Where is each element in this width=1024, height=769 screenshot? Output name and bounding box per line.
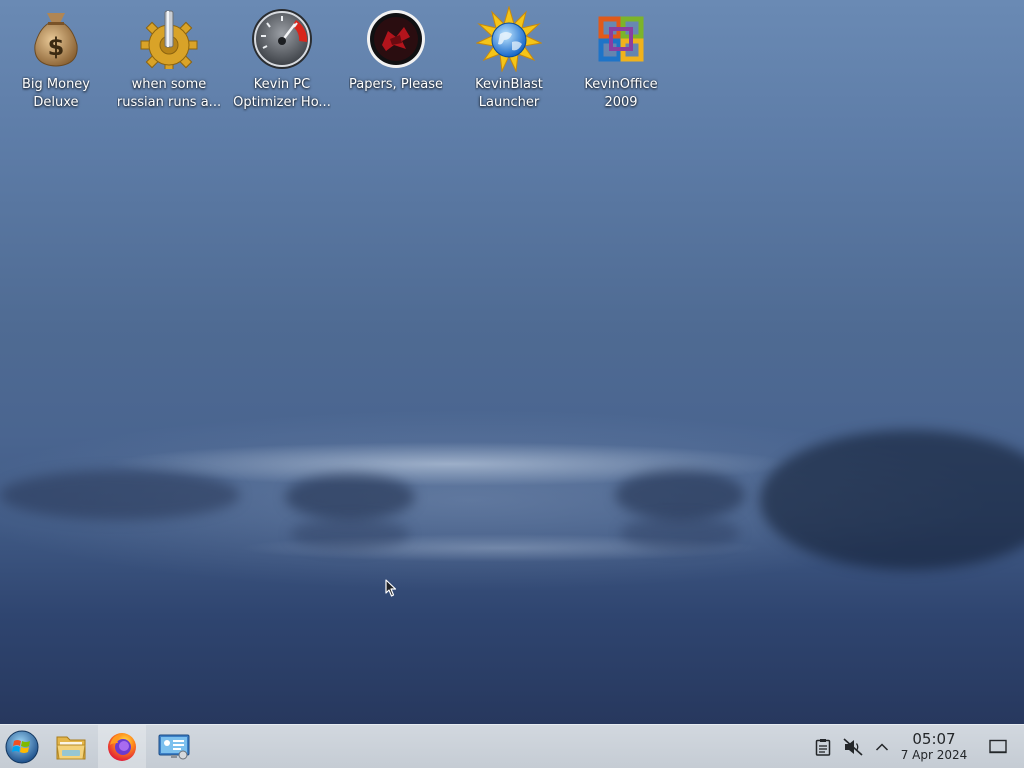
- gear-icon: [136, 6, 202, 72]
- desktop-icon-kevinblast-launcher[interactable]: KevinBlast Launcher: [456, 6, 562, 112]
- icon-label: KevinOffice 2009: [584, 77, 658, 110]
- desktop-icon-big-money-deluxe[interactable]: $ Big Money Deluxe: [3, 6, 109, 112]
- shoreline-island-left: [285, 474, 415, 520]
- system-settings-icon: [158, 734, 190, 760]
- start-button[interactable]: [0, 725, 44, 769]
- chevron-up-icon: [875, 743, 889, 751]
- firefox-icon: [108, 733, 136, 761]
- clipboard-icon: [815, 739, 831, 756]
- speedometer-icon: [249, 6, 315, 72]
- taskbar-system-settings[interactable]: [150, 725, 198, 769]
- money-bag-icon: $: [23, 6, 89, 72]
- icon-label: Papers, Please: [348, 77, 444, 92]
- svg-text:$: $: [48, 33, 65, 61]
- office-logo-icon: [588, 6, 654, 72]
- shoreline-left: [0, 470, 240, 520]
- desktop-icon-kevin-pc-optimizer[interactable]: Kevin PC Optimizer Ho...: [229, 6, 335, 112]
- mouse-pointer-icon: [385, 579, 397, 601]
- tray-volume[interactable]: [841, 735, 865, 759]
- shoreline-island-right: [615, 470, 745, 520]
- desktop-icon-papers-please[interactable]: Papers, Please: [343, 6, 449, 94]
- start-orb-icon: [5, 730, 39, 764]
- volume-muted-icon: [843, 738, 863, 756]
- clock-time: 05:07: [912, 730, 956, 748]
- shoreline-right: [760, 430, 1024, 570]
- show-desktop-icon: [989, 739, 1007, 754]
- digital-clock[interactable]: 05:07 7 Apr 2024: [898, 731, 970, 763]
- icon-label: KevinBlast Launcher: [475, 77, 543, 110]
- tray-expand[interactable]: [870, 735, 894, 759]
- taskbar-file-manager[interactable]: [48, 725, 94, 769]
- icon-label: Kevin PC Optimizer Ho...: [233, 77, 331, 110]
- show-desktop-button[interactable]: [986, 735, 1010, 759]
- island-reflection-right: [620, 516, 740, 550]
- tray-clipboard[interactable]: [811, 735, 835, 759]
- clock-date: 7 Apr 2024: [900, 748, 968, 762]
- icon-label: Big Money Deluxe: [21, 77, 90, 110]
- papers-please-icon: [363, 6, 429, 72]
- island-reflection-left: [290, 518, 410, 550]
- icon-label: when some russian runs a...: [116, 77, 222, 110]
- taskbar-firefox[interactable]: [98, 725, 146, 769]
- file-manager-icon: [56, 736, 86, 760]
- taskbar: 05:07 7 Apr 2024: [0, 724, 1024, 769]
- desktop[interactable]: $ Big Money Deluxe when some russian run…: [0, 0, 1024, 724]
- globe-burst-icon: [476, 6, 542, 72]
- desktop-icon-kevinoffice-2009[interactable]: KevinOffice 2009: [568, 6, 674, 112]
- desktop-icon-russian-runs[interactable]: when some russian runs a...: [116, 6, 222, 112]
